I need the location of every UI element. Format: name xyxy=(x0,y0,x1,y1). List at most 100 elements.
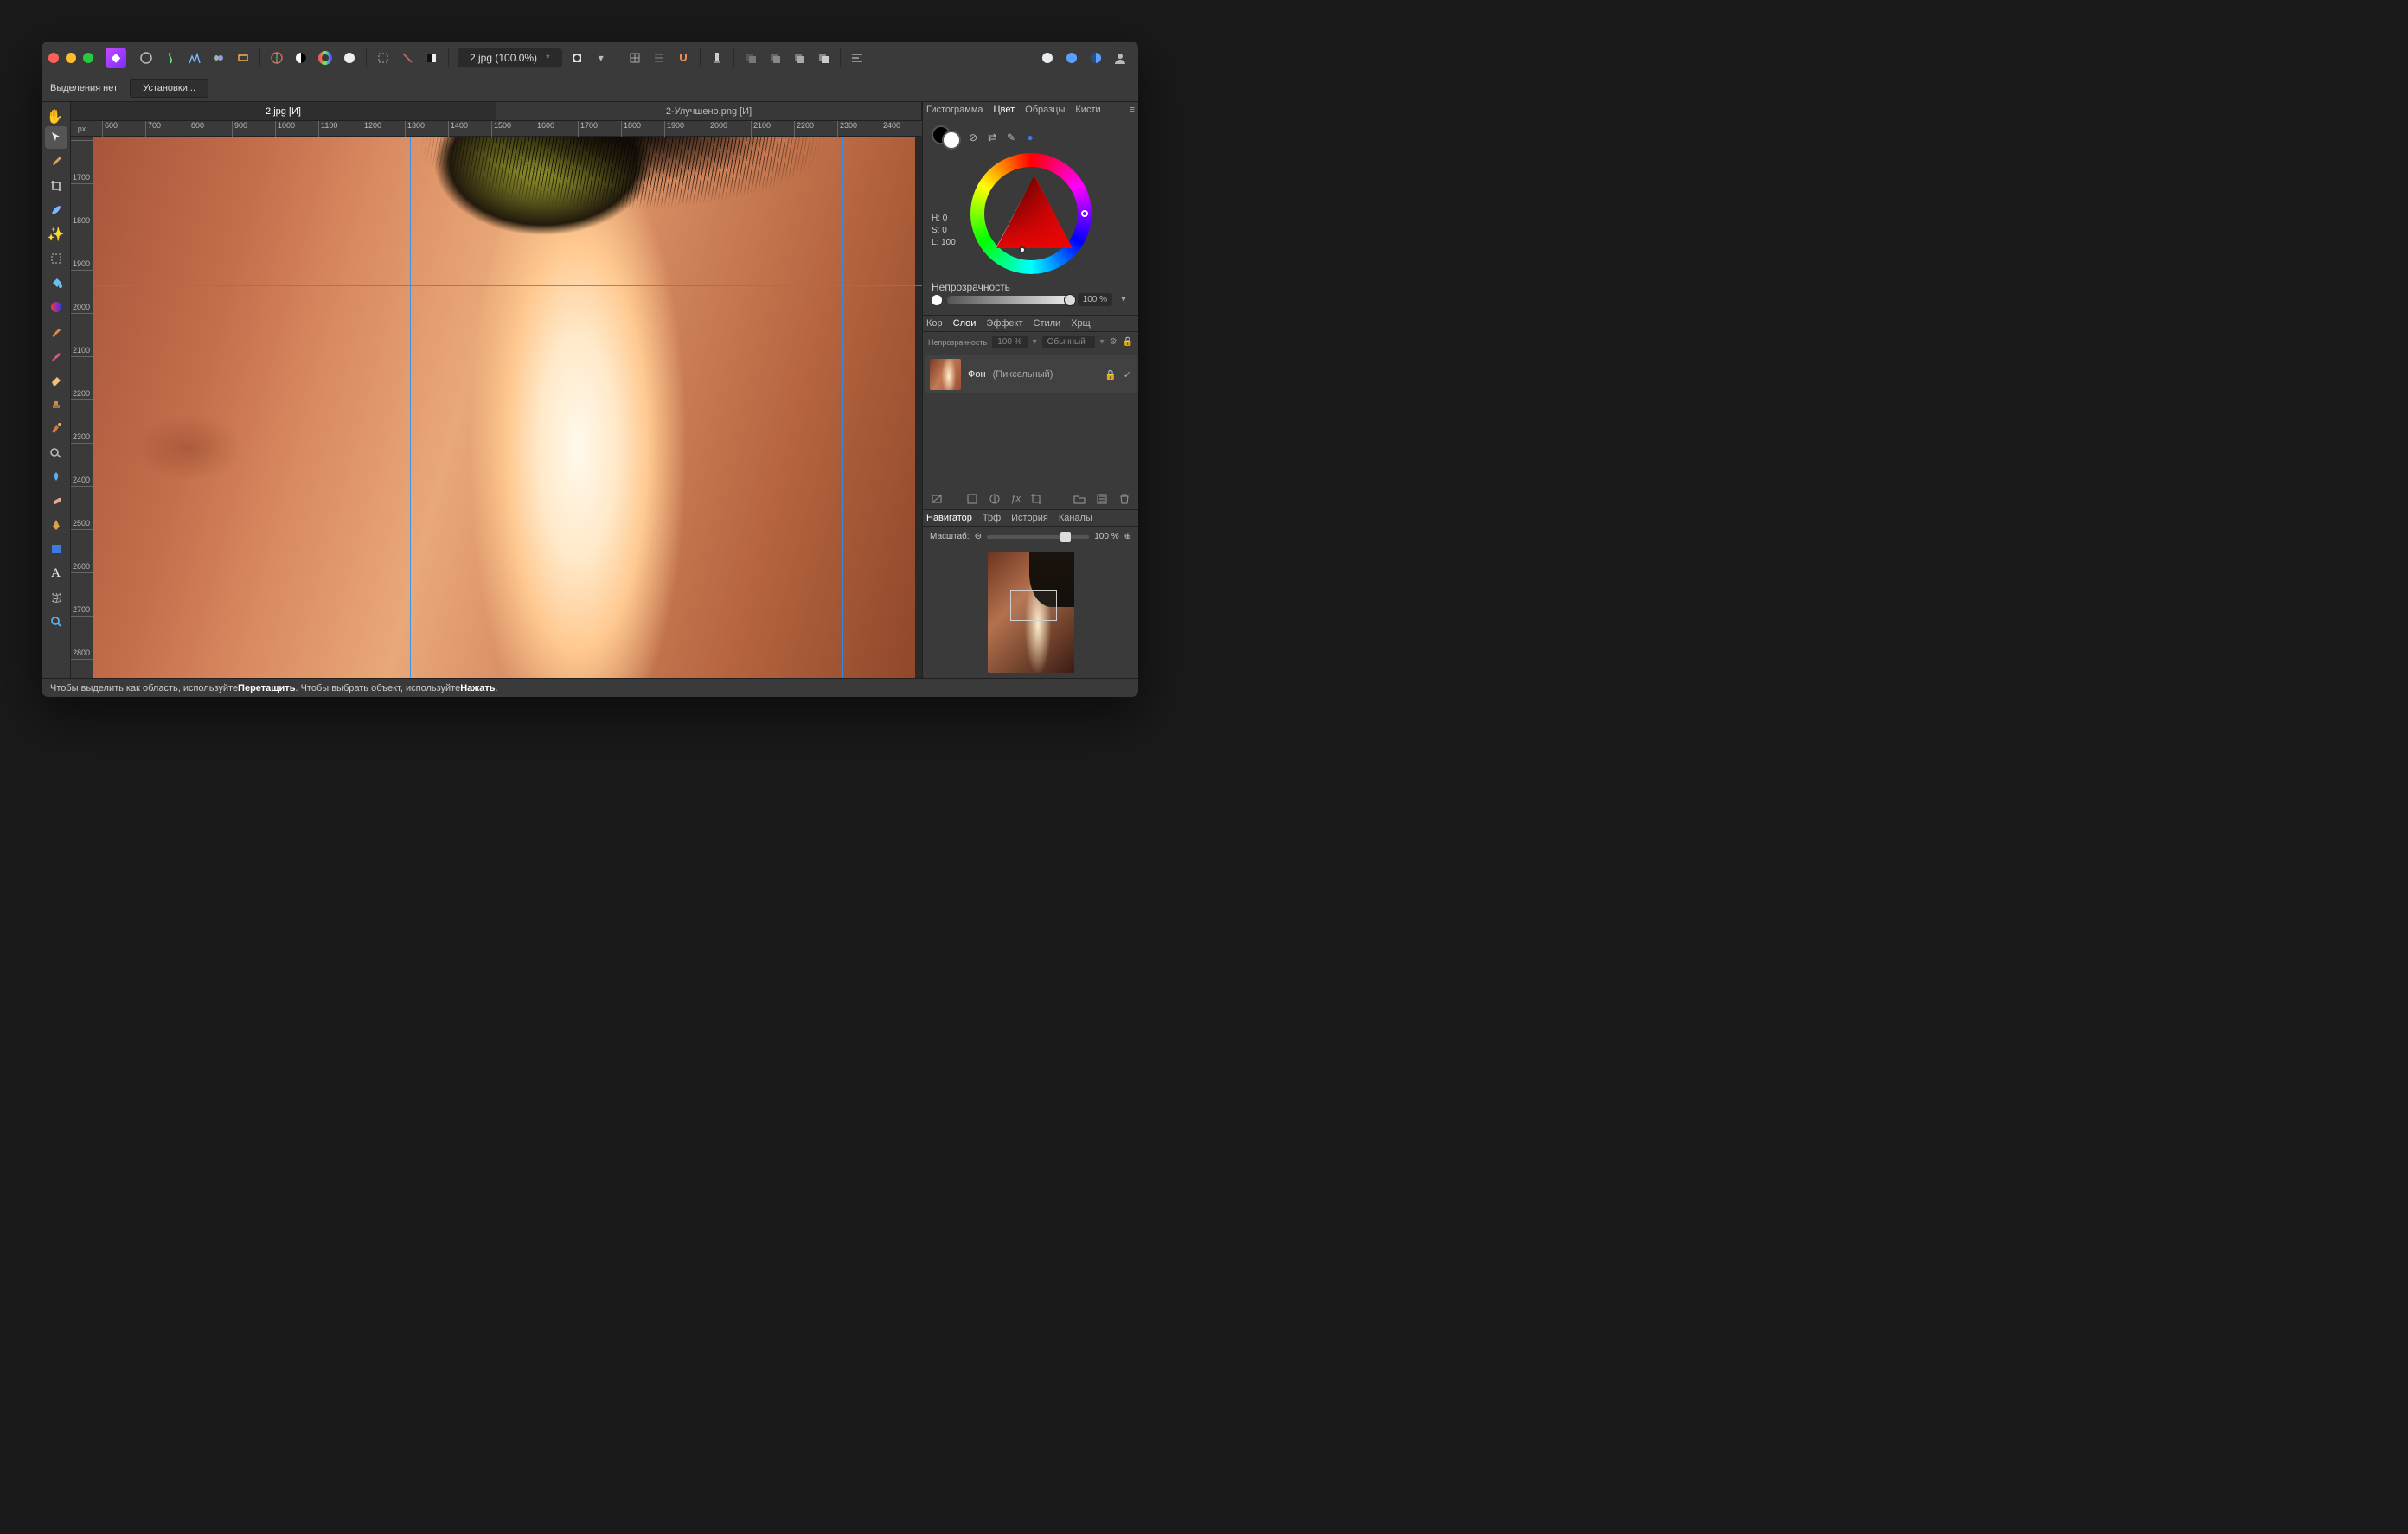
doc-tab-2[interactable]: 2-Улучшено.png [И] xyxy=(496,102,922,120)
group-icon[interactable] xyxy=(1073,492,1086,506)
eraser-tool-icon[interactable] xyxy=(45,368,67,391)
ruler-vertical[interactable]: 1600170018001900200021002200230024002500… xyxy=(71,137,93,678)
layer-settings-icon[interactable]: ⚙ xyxy=(1110,337,1118,347)
tab-stock[interactable]: Хрщ xyxy=(1071,318,1091,329)
text-tool-icon[interactable]: A xyxy=(45,562,67,585)
zoom-value[interactable]: 100 % xyxy=(1094,532,1118,541)
tab-styles[interactable]: Стили xyxy=(1034,318,1061,329)
guide-horizontal[interactable] xyxy=(93,285,922,286)
canvas-area[interactable]: px 6007008009001000110012001300140015001… xyxy=(71,121,922,678)
assistant-icon[interactable] xyxy=(706,47,728,69)
layer-locked-icon[interactable]: 🔒 xyxy=(1105,369,1117,380)
layer-lock-icon[interactable]: 🔒 xyxy=(1123,337,1133,347)
inpainting-tool-icon[interactable] xyxy=(45,417,67,439)
tab-channels[interactable]: Каналы xyxy=(1059,513,1092,523)
tab-layers[interactable]: Слои xyxy=(953,318,977,329)
ruler-horizontal[interactable]: 6007008009001000110012001300140015001600… xyxy=(93,121,922,137)
tab-swatches[interactable]: Образцы xyxy=(1025,105,1065,115)
add-layer-adjust-icon[interactable] xyxy=(1060,47,1083,69)
persona-liquify-icon[interactable] xyxy=(159,47,182,69)
mesh-warp-icon[interactable] xyxy=(45,586,67,609)
doc-tab-1[interactable]: 2.jpg [И] xyxy=(71,102,496,120)
move-tool-icon[interactable] xyxy=(45,126,67,149)
crop-layer-icon[interactable] xyxy=(1029,492,1043,506)
maximize-window-button[interactable] xyxy=(83,53,93,63)
persona-export-icon[interactable] xyxy=(232,47,254,69)
opacity-dropdown-icon[interactable]: ▾ xyxy=(1118,295,1130,304)
snapping-icon[interactable] xyxy=(672,47,695,69)
arrange-forward-icon[interactable] xyxy=(788,47,810,69)
tab-brushes[interactable]: Кисти xyxy=(1075,105,1100,115)
guide-vertical[interactable] xyxy=(410,137,411,678)
fx-icon[interactable]: ƒx xyxy=(1010,494,1021,504)
smudge-tool-icon[interactable] xyxy=(45,465,67,488)
layer-visible-icon[interactable]: ✓ xyxy=(1124,369,1131,380)
hand-tool-icon[interactable]: ✋ xyxy=(44,105,67,128)
selection-cross-icon[interactable] xyxy=(396,47,419,69)
whitebalance-icon[interactable] xyxy=(338,47,361,69)
canvas[interactable] xyxy=(93,137,922,678)
fg-bg-swatch[interactable] xyxy=(932,125,961,150)
account-icon[interactable] xyxy=(1109,47,1131,69)
hue-marker[interactable] xyxy=(1081,210,1088,217)
clone-tool-icon[interactable] xyxy=(45,393,67,415)
paint-brush-icon[interactable] xyxy=(45,320,67,342)
tab-history[interactable]: История xyxy=(1011,513,1048,523)
align-icon[interactable] xyxy=(846,47,868,69)
guides-toggle-icon[interactable] xyxy=(648,47,670,69)
color-replace-icon[interactable] xyxy=(45,344,67,367)
healing-tool-icon[interactable] xyxy=(45,489,67,512)
satval-marker[interactable] xyxy=(1019,246,1026,253)
color-wheel[interactable] xyxy=(970,153,1092,274)
guide-vertical[interactable] xyxy=(842,137,843,678)
crop-tool-icon[interactable] xyxy=(45,175,67,197)
close-window-button[interactable] xyxy=(48,53,59,63)
navigator-viewport[interactable] xyxy=(1010,590,1057,621)
recent-color-icon[interactable]: ● xyxy=(1023,131,1037,144)
add-layer-live-icon[interactable] xyxy=(1085,47,1107,69)
tab-navigator[interactable]: Навигатор xyxy=(926,513,972,523)
flood-select-icon[interactable]: ✨ xyxy=(45,223,67,246)
grid-toggle-icon[interactable] xyxy=(624,47,646,69)
zoom-out-icon[interactable]: ⊖ xyxy=(975,532,982,541)
layers-blend-icon[interactable] xyxy=(930,492,944,506)
shape-tool-icon[interactable] xyxy=(45,538,67,560)
tab-histogram[interactable]: Гистограмма xyxy=(926,105,983,115)
navigator-thumbnail[interactable] xyxy=(988,552,1074,673)
opacity-value[interactable]: 100 % xyxy=(1078,293,1112,306)
blend-mode-select[interactable]: Обычный xyxy=(1042,336,1095,348)
eyedropper-tool-icon[interactable] xyxy=(45,150,67,173)
minimize-window-button[interactable] xyxy=(66,53,76,63)
no-color-icon[interactable]: ⊘ xyxy=(966,131,980,144)
tab-color[interactable]: Цвет xyxy=(994,105,1015,115)
flood-fill-icon[interactable] xyxy=(45,272,67,294)
zoom-tool-icon[interactable] xyxy=(45,610,67,633)
panel-menu-icon[interactable]: ≡ xyxy=(1130,105,1135,115)
arrange-back-icon[interactable] xyxy=(740,47,762,69)
autolevels-icon[interactable] xyxy=(290,47,312,69)
swap-colors-icon[interactable]: ⇄ xyxy=(985,131,999,144)
persona-tonemap-icon[interactable] xyxy=(208,47,230,69)
tab-adjustments[interactable]: Кор xyxy=(926,318,943,329)
mask-icon[interactable] xyxy=(965,492,979,506)
dropdown-icon[interactable]: ▾ xyxy=(590,47,612,69)
selection-rect-icon[interactable] xyxy=(372,47,394,69)
add-layer-fill-icon[interactable] xyxy=(1036,47,1059,69)
adjustment-icon[interactable] xyxy=(988,492,1002,506)
marquee-tool-icon[interactable] xyxy=(45,247,67,270)
add-layer-icon[interactable] xyxy=(1095,492,1109,506)
opacity-slider[interactable] xyxy=(947,296,1073,304)
persona-photo-icon[interactable] xyxy=(135,47,157,69)
dodge-tool-icon[interactable] xyxy=(45,441,67,463)
layer-item[interactable]: Фон (Пиксельный) 🔒 ✓ xyxy=(925,355,1137,393)
pen-tool-icon[interactable] xyxy=(45,514,67,536)
persona-develop-icon[interactable] xyxy=(183,47,206,69)
zoom-in-icon[interactable]: ⊕ xyxy=(1124,532,1131,541)
eyedropper-icon[interactable]: ✎ xyxy=(1004,131,1018,144)
quickmask-icon[interactable] xyxy=(420,47,443,69)
selection-brush-icon[interactable] xyxy=(45,199,67,221)
settings-button[interactable]: Установки... xyxy=(130,79,208,98)
delete-layer-icon[interactable] xyxy=(1118,492,1131,506)
zoom-slider[interactable] xyxy=(987,535,1089,539)
arrange-front-icon[interactable] xyxy=(812,47,835,69)
